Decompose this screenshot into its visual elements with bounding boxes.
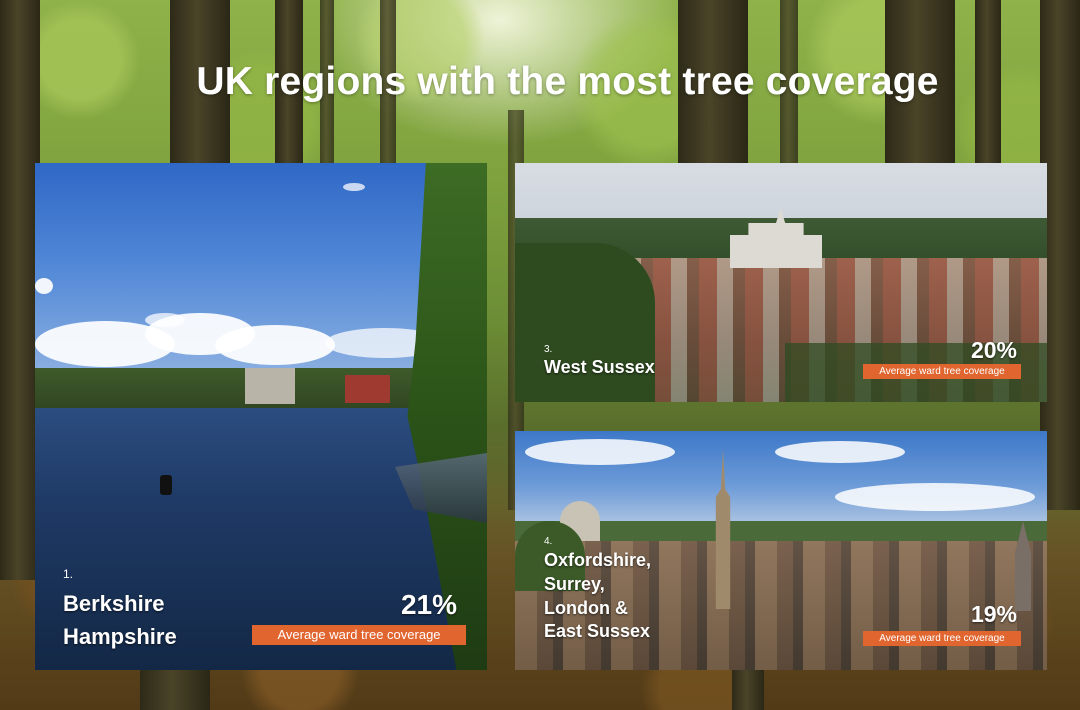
region-name-line: Oxfordshire,	[544, 550, 652, 570]
page-title: UK regions with the most tree coverage	[196, 60, 939, 103]
tree-trunk	[732, 670, 764, 710]
coverage-percent: 21%	[400, 589, 457, 620]
region-name-line: Surrey,	[544, 573, 605, 594]
region-name-line: Hampshire	[63, 624, 177, 649]
tree-trunk	[140, 670, 210, 710]
region-rank: 3.	[544, 344, 553, 355]
region-rank: 1.	[63, 567, 74, 581]
region-name-line: Berkshire	[63, 591, 165, 616]
region-card-berkshire-hampshire: 1. Berkshire Hampshire 21% Average ward …	[35, 163, 487, 670]
region-name: Berkshire Hampshire	[63, 587, 177, 653]
coverage-percent: 19%	[970, 601, 1017, 627]
region-name-line: West Sussex	[544, 357, 655, 377]
region-rank: 4.	[544, 536, 553, 547]
region-name: Oxfordshire, Surrey, London & East Susse…	[544, 549, 651, 644]
coverage-caption: Average ward tree coverage	[863, 631, 1021, 646]
region-name-line: London &	[544, 597, 628, 618]
region-name-line: East Sussex	[544, 621, 651, 642]
region-name: West Sussex	[544, 356, 655, 379]
coverage-percent: 20%	[970, 337, 1017, 363]
coverage-caption: Average ward tree coverage	[863, 364, 1021, 379]
coverage-caption: Average ward tree coverage	[252, 625, 466, 645]
region-card-oxfordshire-surrey-london-east-sussex: 4. Oxfordshire, Surrey, London & East Su…	[515, 431, 1047, 670]
region-card-west-sussex: 3. West Sussex 20% Average ward tree cov…	[515, 163, 1047, 402]
